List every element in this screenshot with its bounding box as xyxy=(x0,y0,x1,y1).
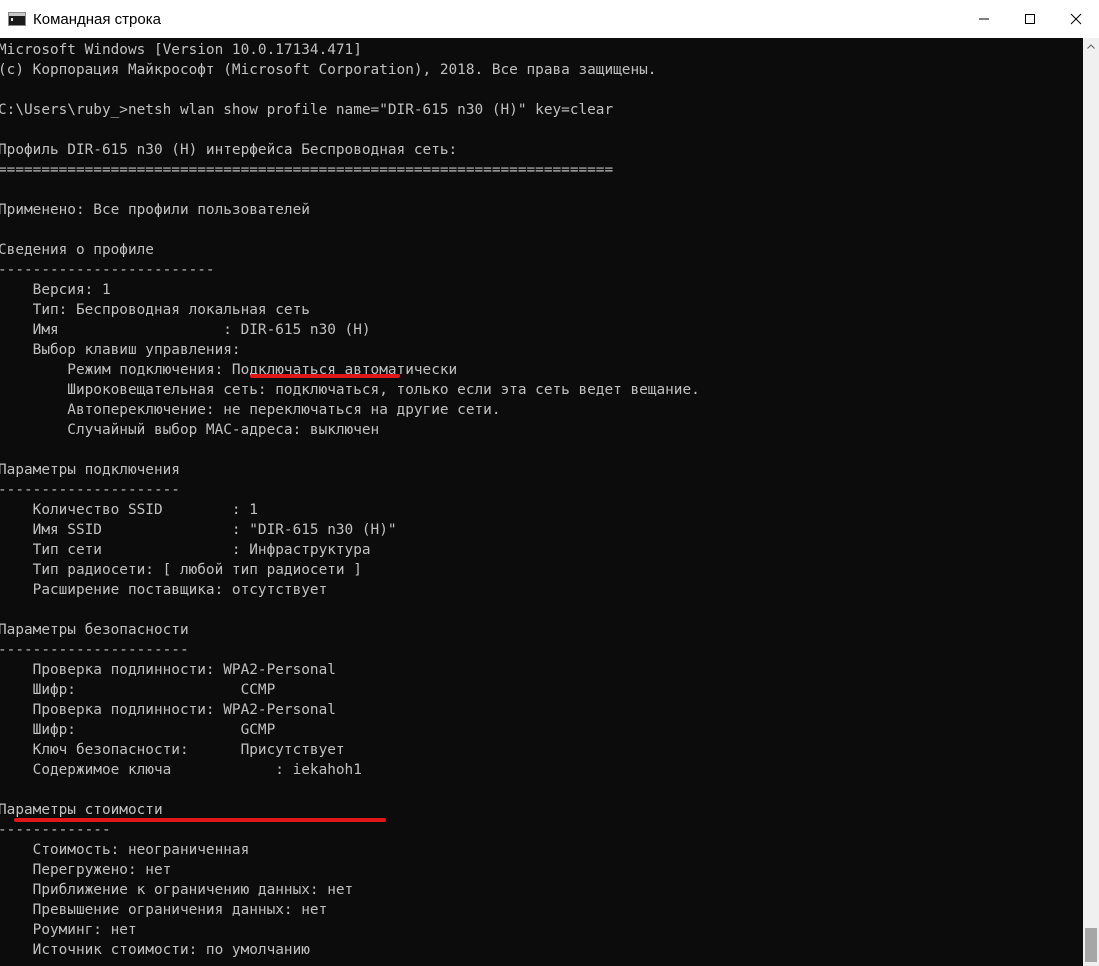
maximize-icon xyxy=(1025,14,1035,24)
console-line: Количество SSID : 1 xyxy=(0,502,258,518)
console-line: Приближение к ограничению данных: нет xyxy=(0,882,354,898)
window-title: Командная строка xyxy=(33,10,161,28)
console-line: Автопереключение: не переключаться на др… xyxy=(0,402,501,418)
close-icon xyxy=(1070,13,1082,25)
minimize-button[interactable] xyxy=(961,0,1007,38)
console-line: Параметры стоимости xyxy=(0,802,163,818)
console-line: Проверка подлинности: WPA2-Personal xyxy=(0,662,336,678)
console-line: Профиль DIR-615 n30 (H) интерфейса Беспр… xyxy=(0,142,458,158)
console-output-area[interactable]: Microsoft Windows [Version 10.0.17134.47… xyxy=(0,38,1083,966)
console-line: Перегружено: нет xyxy=(0,862,172,878)
console-line: Версия: 1 xyxy=(0,282,111,298)
console-line: (c) Корпорация Майкрософт (Microsoft Cor… xyxy=(0,62,657,78)
scrollbar-thumb[interactable] xyxy=(1085,928,1097,962)
minimize-icon xyxy=(979,18,989,20)
console-line: Широковещательная сеть: подключаться, то… xyxy=(0,382,700,398)
console-line: ---------------------- xyxy=(0,642,189,658)
console-line: Тип радиосети: [ любой тип радиосети ] xyxy=(0,562,362,578)
console-line: --------------------- xyxy=(0,482,180,498)
chevron-up-icon xyxy=(1087,44,1095,49)
console-line: ------------- xyxy=(0,822,111,838)
console-line: Проверка подлинности: WPA2-Personal xyxy=(0,702,336,718)
maximize-button[interactable] xyxy=(1007,0,1053,38)
console-line: Расширение поставщика: отсутствует xyxy=(0,582,328,598)
console-line: Сведения о профиле xyxy=(0,242,154,258)
console-line: Параметры подключения xyxy=(0,462,180,478)
console-line: Тип: Беспроводная локальная сеть xyxy=(0,302,310,318)
key-content-underline xyxy=(14,818,386,822)
title-bar[interactable]: Командная строка xyxy=(0,0,1099,39)
console-line: Применено: Все профили пользователей xyxy=(0,202,310,218)
console-line: C:\Users\ruby_>netsh wlan show profile n… xyxy=(0,102,614,118)
console-line: Тип сети : Инфраструктура xyxy=(0,542,371,558)
console-line: Шифр: CCMP xyxy=(0,682,276,698)
console-line: Содержимое ключа : iekahoh1 xyxy=(0,762,362,778)
console-line: Параметры безопасности xyxy=(0,622,189,638)
console-line: Случайный выбор MAC-адреса: выключен xyxy=(0,422,380,438)
console-line: ------------------------- xyxy=(0,262,215,278)
console-line: ========================================… xyxy=(0,162,614,178)
close-button[interactable] xyxy=(1053,0,1099,38)
command-prompt-window: Командная строка Microsoft Windows [Vers… xyxy=(0,0,1099,966)
cmd-icon xyxy=(8,12,26,26)
console-text: Microsoft Windows [Version 10.0.17134.47… xyxy=(0,40,700,960)
console-line: Превышение ограничения данных: нет xyxy=(0,902,328,918)
console-line: Стоимость: неограниченная xyxy=(0,842,250,858)
console-line: Имя : DIR-615 n30 (H) xyxy=(0,322,371,338)
console-line: Имя SSID : "DIR-615 n30 (H)" xyxy=(0,522,397,538)
profile-name-underline xyxy=(250,374,400,378)
window-controls xyxy=(961,0,1099,38)
console-line: Ключ безопасности: Присутствует xyxy=(0,742,345,758)
vertical-scrollbar[interactable] xyxy=(1083,38,1099,966)
console-line: Шифр: GCMP xyxy=(0,722,276,738)
console-line: Роуминг: нет xyxy=(0,922,137,938)
scroll-up-button[interactable] xyxy=(1083,38,1099,55)
console-line: Microsoft Windows [Version 10.0.17134.47… xyxy=(0,42,362,58)
console-line: Источник стоимости: по умолчанию xyxy=(0,942,310,958)
console-line: Выбор клавиш управления: xyxy=(0,342,241,358)
